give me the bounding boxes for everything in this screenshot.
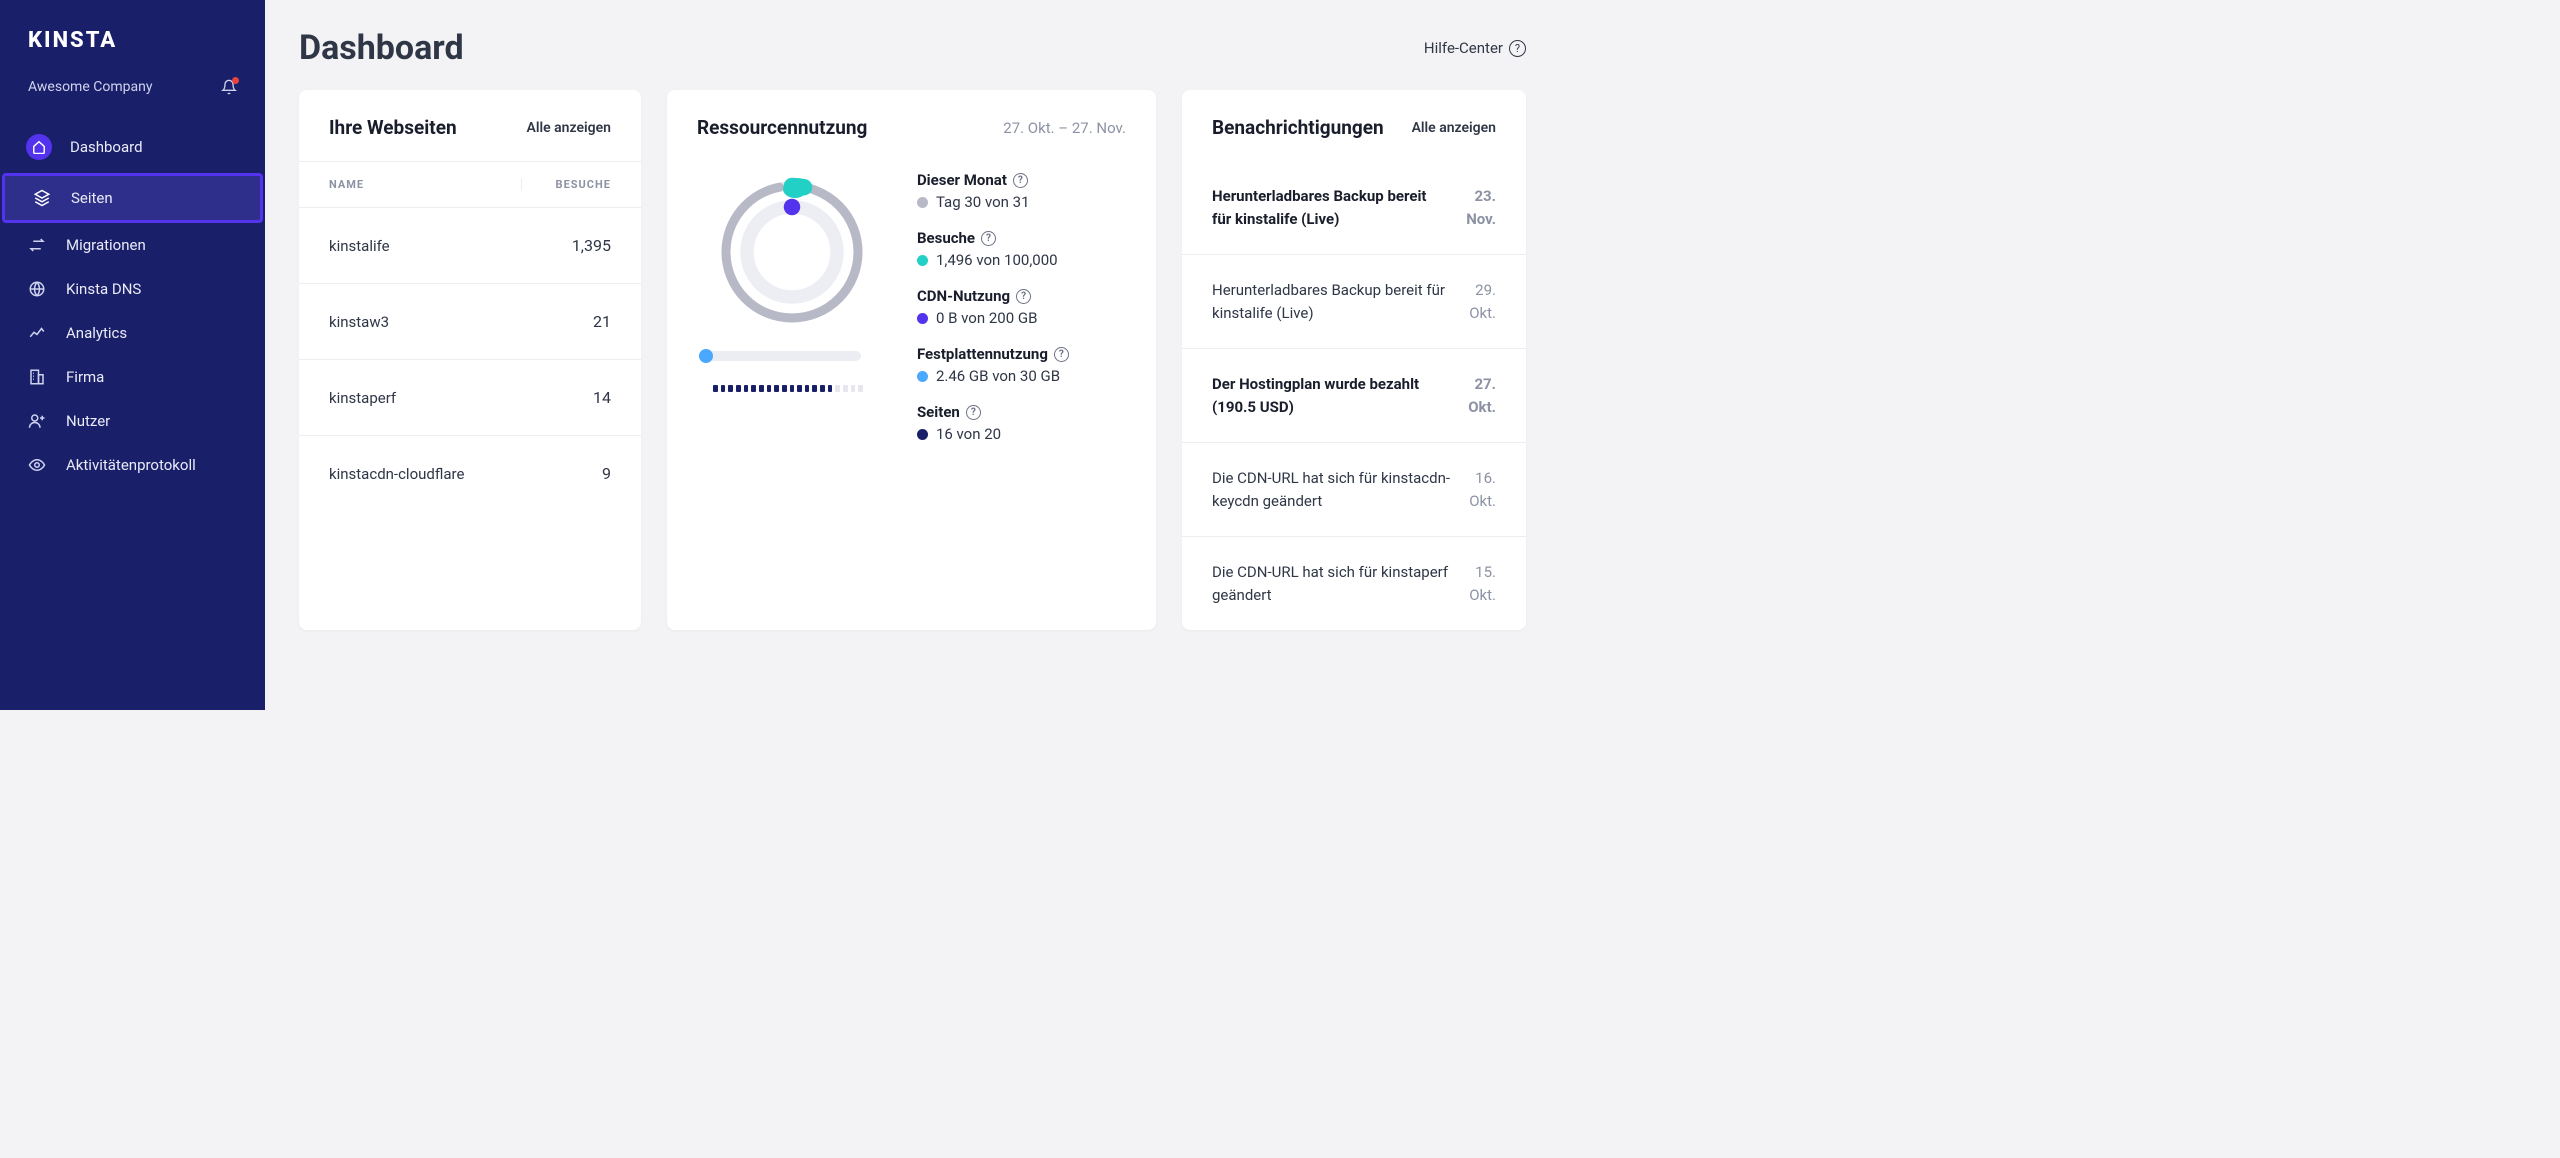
usage-ring-chart: [717, 177, 867, 327]
notification-date: 23.Nov.: [1466, 185, 1496, 230]
sidebar-label: Analytics: [66, 324, 127, 342]
company-name[interactable]: Awesome Company: [28, 79, 152, 95]
notification-text: Die CDN-URL hat sich für kinstaperf geän…: [1212, 561, 1451, 606]
home-icon: [26, 134, 52, 160]
help-icon[interactable]: ?: [1016, 289, 1031, 304]
sidebar-label: Firma: [66, 368, 104, 386]
site-name: kinstaperf: [329, 389, 521, 407]
sidebar-item-dashboard[interactable]: Dashboard: [0, 121, 265, 173]
col-name: NAME: [329, 178, 521, 191]
site-visits: 1,395: [521, 236, 611, 255]
site-row[interactable]: kinstalife 1,395: [299, 208, 641, 284]
legend-dot-icon: [917, 197, 928, 208]
resource-card: Ressourcennutzung 27. Okt. – 27. Nov.: [667, 90, 1156, 630]
notification-item[interactable]: Die CDN-URL hat sich für kinstacdn-keycd…: [1182, 443, 1526, 537]
help-icon: ?: [1509, 40, 1526, 57]
legend-value: Tag 30 von 31: [936, 193, 1030, 211]
notification-date: 15.Okt.: [1469, 561, 1496, 606]
site-row[interactable]: kinstaperf 14: [299, 360, 641, 436]
legend-title: Besuche: [917, 229, 975, 247]
help-icon[interactable]: ?: [1054, 347, 1069, 362]
legend-value: 0 B von 200 GB: [936, 309, 1038, 327]
layers-icon: [31, 189, 53, 207]
sidebar-item-dns[interactable]: Kinsta DNS: [0, 267, 265, 311]
legend-title: Seiten: [917, 403, 960, 421]
logo-text: KINSTA: [28, 28, 117, 53]
site-visits: 9: [521, 464, 611, 483]
resource-date-range: 27. Okt. – 27. Nov.: [1003, 119, 1126, 137]
legend-dot-icon: [917, 255, 928, 266]
notification-text: Herunterladbares Backup bereit für kinst…: [1212, 279, 1451, 324]
site-name: kinstaw3: [329, 313, 521, 331]
notification-item[interactable]: Die CDN-URL hat sich für kinstaperf geän…: [1182, 537, 1526, 630]
notification-text: Herunterladbares Backup bereit für kinst…: [1212, 185, 1448, 230]
eye-icon: [26, 456, 48, 474]
notification-item[interactable]: Herunterladbares Backup bereit für kinst…: [1182, 161, 1526, 255]
notifications-card: Benachrichtigungen Alle anzeigen Herunte…: [1182, 90, 1526, 630]
notification-dot-icon: [232, 77, 239, 84]
sites-view-all-link[interactable]: Alle anzeigen: [527, 120, 611, 136]
globe-icon: [26, 280, 48, 298]
legend-dot-icon: [917, 371, 928, 382]
site-visits: 14: [521, 388, 611, 407]
sidebar-label: Kinsta DNS: [66, 280, 141, 298]
notification-date: 29.Okt.: [1469, 279, 1496, 324]
resource-card-title: Ressourcennutzung: [697, 116, 867, 139]
col-visits: BESUCHE: [521, 178, 611, 191]
notifications-card-title: Benachrichtigungen: [1212, 116, 1384, 139]
notification-date: 27.Okt.: [1468, 373, 1496, 418]
help-icon[interactable]: ?: [966, 405, 981, 420]
help-center-link[interactable]: Hilfe-Center ?: [1424, 39, 1526, 57]
legend-title: CDN-Nutzung: [917, 287, 1010, 305]
sites-usage-bar: [713, 385, 863, 392]
legend-value: 2.46 GB von 30 GB: [936, 367, 1060, 385]
page-title: Dashboard: [299, 28, 464, 68]
sidebar-item-activity-log[interactable]: Aktivitätenprotokoll: [0, 443, 265, 487]
site-name: kinstacdn-cloudflare: [329, 465, 521, 483]
legend-dot-icon: [917, 429, 928, 440]
notification-date: 16.Okt.: [1469, 467, 1496, 512]
notifications-view-all-link[interactable]: Alle anzeigen: [1412, 120, 1496, 136]
legend-value: 16 von 20: [936, 425, 1001, 443]
sites-table-header: NAME BESUCHE: [299, 161, 641, 208]
legend-value: 1,496 von 100,000: [936, 251, 1058, 269]
legend-dot-icon: [917, 313, 928, 324]
sidebar-nav: Dashboard Seiten Migrationen Kinsta DNS: [0, 121, 265, 487]
site-name: kinstalife: [329, 237, 521, 255]
notification-text: Der Hostingplan wurde bezahlt (190.5 USD…: [1212, 373, 1450, 418]
help-center-label: Hilfe-Center: [1424, 39, 1503, 57]
site-row[interactable]: kinstacdn-cloudflare 9: [299, 436, 641, 511]
site-visits: 21: [521, 312, 611, 331]
sidebar-label: Dashboard: [70, 138, 143, 156]
legend-title: Dieser Monat: [917, 171, 1007, 189]
notification-text: Die CDN-URL hat sich für kinstacdn-keycd…: [1212, 467, 1451, 512]
sidebar-label: Seiten: [71, 189, 113, 207]
building-icon: [26, 368, 48, 386]
sidebar-item-migrations[interactable]: Migrationen: [0, 223, 265, 267]
logo[interactable]: KINSTA: [28, 28, 237, 53]
sidebar-item-analytics[interactable]: Analytics: [0, 311, 265, 355]
notification-item[interactable]: Der Hostingplan wurde bezahlt (190.5 USD…: [1182, 349, 1526, 443]
sidebar-item-users[interactable]: Nutzer: [0, 399, 265, 443]
disk-usage-bar: [703, 351, 861, 361]
notification-item[interactable]: Herunterladbares Backup bereit für kinst…: [1182, 255, 1526, 349]
sidebar-item-sites[interactable]: Seiten: [2, 173, 263, 223]
sidebar-label: Migrationen: [66, 236, 146, 254]
chart-line-icon: [26, 324, 48, 342]
sidebar-item-company[interactable]: Firma: [0, 355, 265, 399]
help-icon[interactable]: ?: [1013, 173, 1028, 188]
help-icon[interactable]: ?: [981, 231, 996, 246]
notifications-bell-icon[interactable]: [221, 79, 237, 95]
legend-title: Festplattennutzung: [917, 345, 1048, 363]
sidebar-label: Nutzer: [66, 412, 110, 430]
sites-card: Ihre Webseiten Alle anzeigen NAME BESUCH…: [299, 90, 641, 630]
main-content: Dashboard Hilfe-Center ? Ihre Webseiten …: [265, 0, 1560, 710]
site-row[interactable]: kinstaw3 21: [299, 284, 641, 360]
user-plus-icon: [26, 412, 48, 430]
transfer-icon: [26, 236, 48, 254]
sidebar: KINSTA Awesome Company Dashboard Seiten: [0, 0, 265, 710]
sidebar-label: Aktivitätenprotokoll: [66, 456, 196, 474]
sites-card-title: Ihre Webseiten: [329, 116, 457, 139]
